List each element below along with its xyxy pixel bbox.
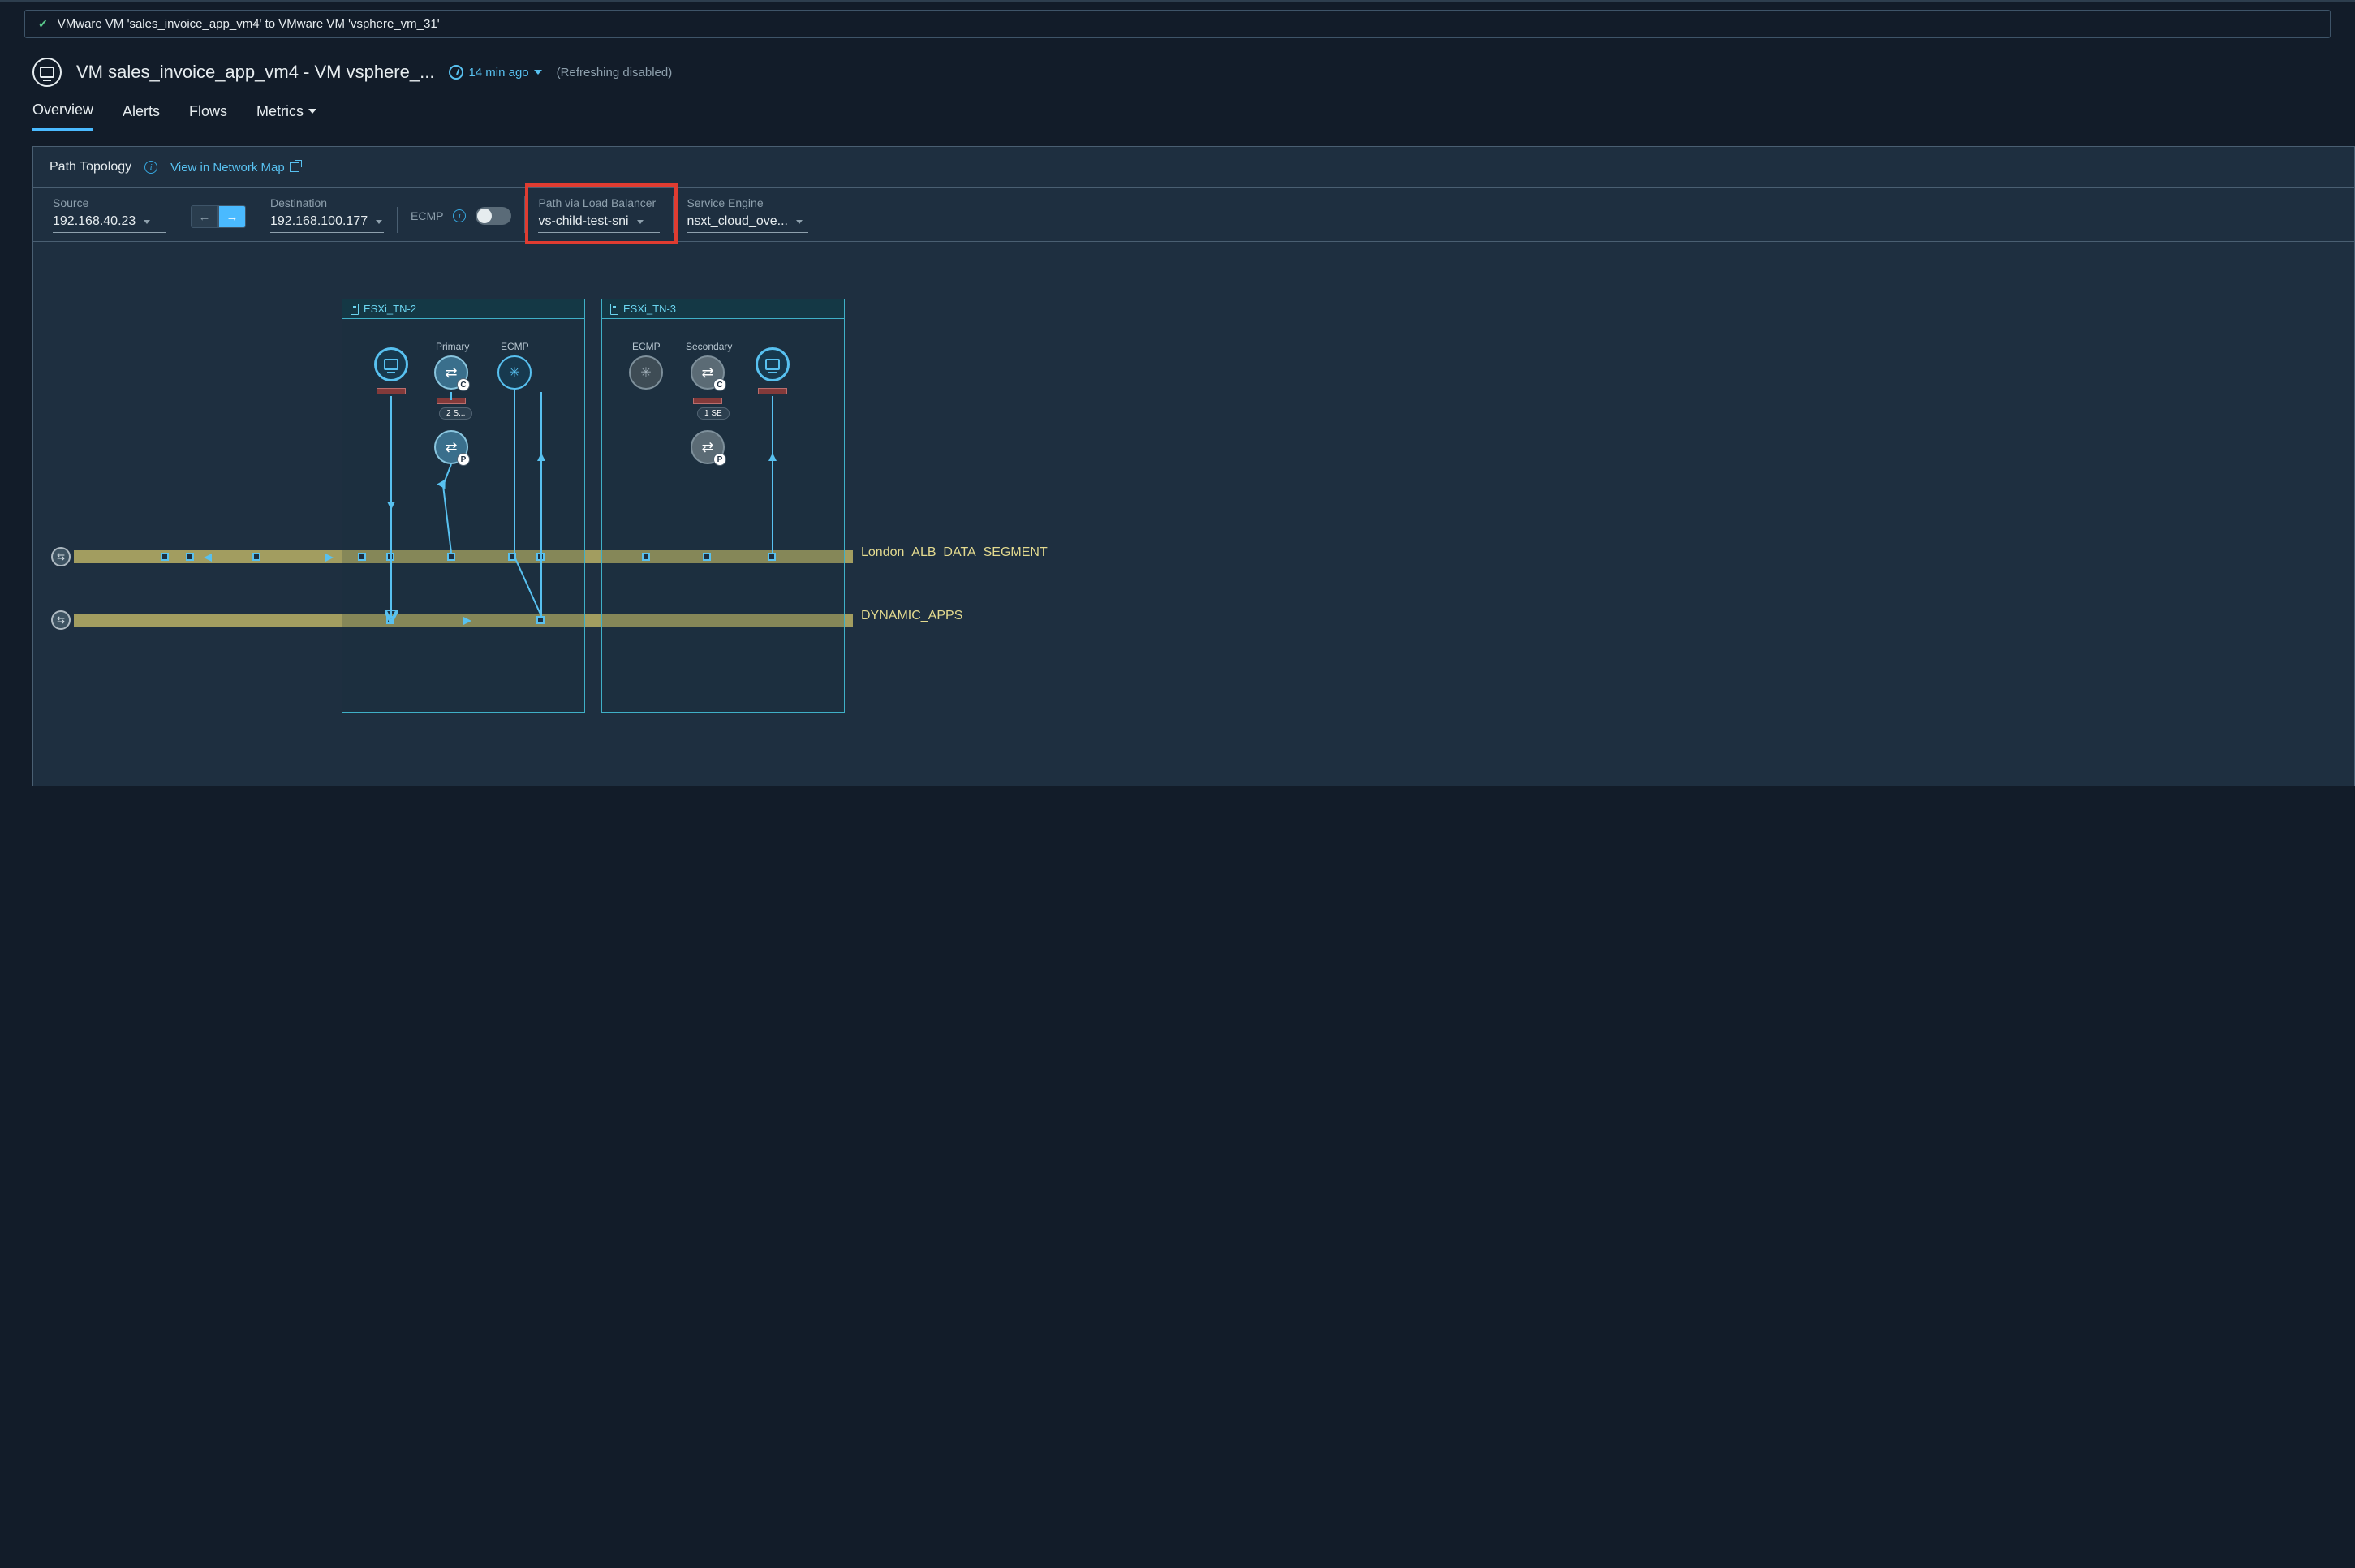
page-title: VM sales_invoice_app_vm4 - VM vsphere_..… — [76, 62, 434, 83]
port — [536, 553, 545, 561]
swap-left-button[interactable]: ← — [191, 205, 218, 228]
segment-icon: ⇆ — [51, 547, 71, 566]
check-icon: ✔ — [38, 17, 48, 31]
panel-title: Path Topology — [50, 160, 131, 174]
chevron-down-icon — [308, 109, 316, 114]
ecmp-caption-2: ECMP — [632, 341, 661, 352]
host-label: ESXi_TN-2 — [364, 303, 416, 315]
page-header: VM sales_invoice_app_vm4 - VM vsphere_..… — [0, 38, 2355, 87]
badge-c: C — [713, 378, 726, 391]
port — [768, 553, 776, 561]
se-count-badge-1: 2 S... — [439, 407, 472, 420]
vm-node-source[interactable] — [374, 347, 408, 381]
vm-icon — [32, 58, 62, 87]
badge-c: C — [457, 378, 470, 391]
source-select[interactable]: 192.168.40.23 — [53, 214, 166, 233]
timestamp-dropdown[interactable]: 14 min ago — [449, 65, 541, 80]
chevron-down-icon — [376, 220, 382, 224]
port — [703, 553, 711, 561]
tab-flows[interactable]: Flows — [189, 101, 227, 131]
path-topology-panel: Path Topology i View in Network Map Sour… — [32, 146, 2355, 786]
lb-node-secondary-p[interactable]: ⇄ P — [691, 430, 725, 464]
service-engine-label: Service Engine — [687, 196, 808, 209]
breadcrumb: ✔ VMware VM 'sales_invoice_app_vm4' to V… — [24, 10, 2331, 38]
port — [358, 553, 366, 561]
service-engine-select[interactable]: nsxt_cloud_ove... — [687, 214, 808, 233]
segment-label-1: London_ALB_DATA_SEGMENT — [861, 545, 1048, 560]
segment-icon: ⇆ — [51, 610, 71, 630]
clock-icon — [449, 65, 463, 80]
chevron-down-icon — [637, 220, 644, 224]
badge-p: P — [713, 453, 726, 466]
ecmp-node-2[interactable]: ✳ — [629, 355, 663, 390]
destination-label: Destination — [270, 196, 384, 209]
lb-node-primary-c[interactable]: ⇄ C — [434, 355, 468, 390]
primary-caption: Primary — [436, 341, 469, 352]
topology-diagram: ⇆ London_ALB_DATA_SEGMENT ⇆ DYNAMIC_APPS… — [50, 299, 2338, 753]
chevron-down-icon — [534, 70, 542, 75]
lb-node-secondary-c[interactable]: ⇄ C — [691, 355, 725, 390]
timestamp-text: 14 min ago — [468, 66, 528, 80]
view-network-map-link[interactable]: View in Network Map — [170, 161, 299, 174]
port — [447, 553, 455, 561]
host-icon — [351, 304, 359, 315]
tab-alerts[interactable]: Alerts — [123, 101, 160, 131]
ecmp-toggle[interactable] — [476, 207, 511, 225]
badge-p: P — [457, 453, 470, 466]
ecmp-label: ECMP — [411, 209, 443, 222]
ecmp-caption: ECMP — [501, 341, 529, 352]
source-label: Source — [53, 196, 166, 209]
port — [386, 553, 394, 561]
chevron-down-icon — [796, 220, 803, 224]
path-lb-select[interactable]: vs-child-test-sni — [538, 214, 660, 233]
external-link-icon — [290, 162, 299, 172]
lb-node-primary-p[interactable]: ⇄ P — [434, 430, 468, 464]
port — [252, 553, 260, 561]
switch-strip — [437, 398, 466, 404]
port — [642, 553, 650, 561]
tab-bar: Overview Alerts Flows Metrics — [0, 87, 2355, 131]
breadcrumb-text: VMware VM 'sales_invoice_app_vm4' to VMw… — [58, 17, 440, 31]
info-icon[interactable]: i — [453, 209, 466, 222]
port — [161, 553, 169, 561]
switch-strip — [377, 388, 406, 394]
tab-metrics[interactable]: Metrics — [256, 101, 316, 131]
se-count-badge-2: 1 SE — [697, 407, 730, 420]
swap-right-button[interactable]: → — [218, 205, 246, 228]
swap-direction: ← → — [179, 205, 257, 233]
host-icon — [610, 304, 618, 315]
port — [536, 616, 545, 624]
tab-overview[interactable]: Overview — [32, 101, 93, 131]
segment-label-2: DYNAMIC_APPS — [861, 609, 962, 623]
ecmp-node-1[interactable]: ✳ — [497, 355, 532, 390]
destination-select[interactable]: 192.168.100.177 — [270, 214, 384, 233]
port — [186, 553, 194, 561]
switch-strip — [758, 388, 787, 394]
vm-node-dest[interactable] — [756, 347, 790, 381]
info-icon[interactable]: i — [144, 161, 157, 174]
port — [386, 616, 394, 624]
refresh-status: (Refreshing disabled) — [557, 66, 673, 80]
switch-strip — [693, 398, 722, 404]
secondary-caption: Secondary — [686, 341, 732, 352]
port — [508, 553, 516, 561]
filter-row: Source 192.168.40.23 ← → Destination 192… — [33, 187, 2354, 242]
chevron-down-icon — [144, 220, 150, 224]
path-lb-label: Path via Load Balancer — [538, 196, 660, 209]
host-label: ESXi_TN-3 — [623, 303, 676, 315]
